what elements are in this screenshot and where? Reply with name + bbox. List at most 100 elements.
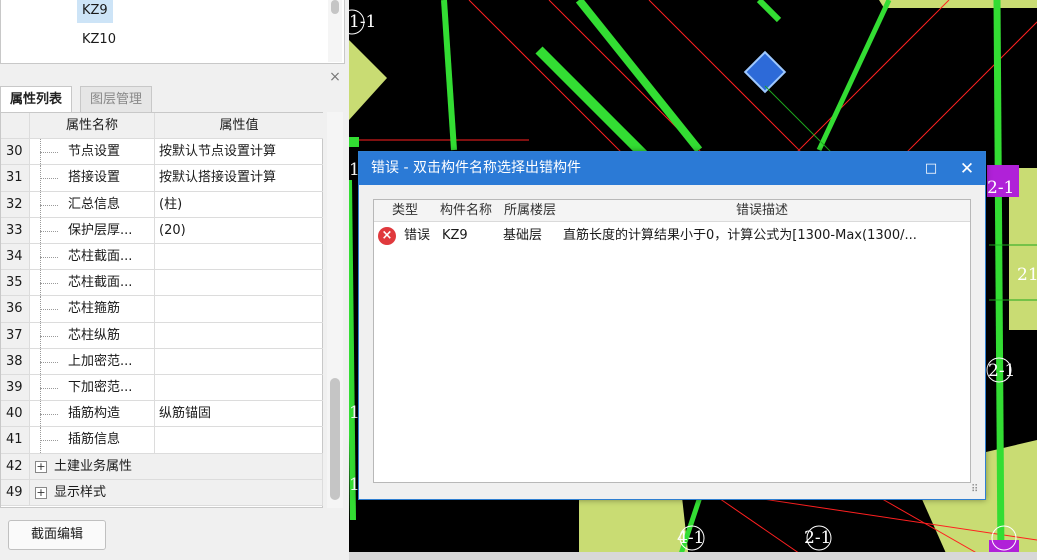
- maximize-icon[interactable]: □: [922, 160, 940, 178]
- section-edit-button[interactable]: 截面编辑: [8, 520, 106, 550]
- expand-icon[interactable]: +: [35, 486, 47, 499]
- property-value[interactable]: 按默认节点设置计算: [155, 139, 323, 164]
- property-value[interactable]: [155, 349, 323, 374]
- row-number: 34: [1, 244, 30, 270]
- row-number: 41: [1, 427, 30, 453]
- property-row[interactable]: 32 汇总信息 (柱): [1, 191, 323, 218]
- error-list-header: 类型 构件名称 所属楼层 错误描述: [374, 200, 970, 222]
- row-number: 49: [1, 479, 30, 505]
- error-icon: ×: [378, 227, 396, 245]
- property-name: 汇总信息: [30, 191, 155, 217]
- property-name-label: 汇总信息: [68, 196, 121, 212]
- tree-connector: [40, 152, 58, 154]
- property-name: 插筋构造: [30, 401, 155, 427]
- tree-connector: [40, 230, 58, 232]
- property-name-label: 搭接设置: [68, 170, 121, 186]
- row-number: 30: [1, 139, 30, 165]
- close-icon[interactable]: ✕: [957, 159, 977, 179]
- property-name: 上加密范...: [30, 348, 155, 374]
- property-row[interactable]: 34 芯柱截面...: [1, 244, 323, 271]
- property-group-label: 显示样式: [54, 484, 107, 500]
- property-name-label: 节点设置: [68, 144, 121, 160]
- property-row[interactable]: 38 上加密范...: [1, 348, 323, 375]
- row-number: 42: [1, 453, 30, 479]
- property-row[interactable]: 41 插筋信息: [1, 427, 323, 454]
- component-list-scroll-thumb[interactable]: [331, 0, 339, 14]
- error-dialog: 错误 - 双击构件名称选择出错构件 □ ✕ 类型 构件名称 所属楼层 错误描述 …: [358, 151, 986, 500]
- tree-connector: [40, 178, 58, 180]
- property-value[interactable]: 按默认搭接设置计算: [155, 165, 323, 190]
- panel-close-icon[interactable]: ×: [326, 68, 344, 86]
- row-number: 36: [1, 296, 30, 322]
- error-component[interactable]: KZ9: [442, 224, 468, 248]
- property-value[interactable]: [155, 375, 323, 400]
- property-grid-scroll-thumb[interactable]: [330, 378, 340, 500]
- property-value[interactable]: [155, 270, 323, 295]
- property-name: 芯柱纵筋: [30, 322, 155, 348]
- tree-connector: [40, 283, 58, 285]
- tree-connector: [40, 335, 58, 337]
- property-row[interactable]: 39 下加密范...: [1, 375, 323, 402]
- property-row[interactable]: 31 搭接设置 按默认搭接设置计算: [1, 165, 323, 192]
- property-value[interactable]: [155, 427, 323, 452]
- error-list: 类型 构件名称 所属楼层 错误描述 × 错误 KZ9 基础层 直筋长度的计算结果…: [373, 199, 971, 483]
- selected-column: [743, 50, 787, 94]
- property-row[interactable]: 40 插筋构造 纵筋锚固: [1, 401, 323, 428]
- error-floor: 基础层: [503, 228, 543, 243]
- error-row[interactable]: × 错误 KZ9 基础层 直筋长度的计算结果小于0，计算公式为[1300-Max…: [374, 224, 970, 248]
- axis-label: 2-1: [987, 178, 1015, 198]
- property-row[interactable]: 33 保护层厚... (20): [1, 217, 323, 244]
- property-group-label: 土建业务属性: [54, 458, 133, 474]
- dialog-title: 错误 - 双击构件名称选择出错构件: [371, 160, 581, 176]
- property-name: 芯柱截面...: [30, 244, 155, 270]
- property-row[interactable]: 37 芯柱纵筋: [1, 322, 323, 349]
- property-value[interactable]: [155, 296, 323, 321]
- column-header-description[interactable]: 错误描述: [736, 200, 788, 222]
- property-row[interactable]: 35 芯柱截面...: [1, 270, 323, 297]
- row-number: 39: [1, 375, 30, 401]
- axis-label: 2-1: [988, 361, 1016, 381]
- property-row[interactable]: 36 芯柱箍筋: [1, 296, 323, 323]
- column-header-component[interactable]: 构件名称: [440, 200, 492, 222]
- component-item-kz10[interactable]: KZ10: [77, 28, 121, 52]
- row-number: 33: [1, 217, 30, 243]
- header-property-value: 属性值: [155, 113, 323, 139]
- tab-property-list[interactable]: 属性列表: [0, 86, 73, 112]
- tree-connector: [40, 204, 58, 206]
- property-row[interactable]: 30 节点设置 按默认节点设置计算: [1, 139, 323, 166]
- error-type: 错误: [404, 228, 431, 243]
- property-name-label: 芯柱纵筋: [68, 327, 121, 343]
- property-value[interactable]: [155, 323, 323, 348]
- property-group-row[interactable]: 42 + 土建业务属性: [1, 453, 323, 480]
- property-value[interactable]: [155, 244, 323, 269]
- resize-grip-icon[interactable]: ⠿: [971, 485, 978, 495]
- tab-layer-management[interactable]: 图层管理: [80, 86, 153, 112]
- property-name-label: 上加密范...: [68, 353, 133, 369]
- dialog-title-bar[interactable]: 错误 - 双击构件名称选择出错构件 □ ✕: [359, 152, 985, 185]
- tree-connector: [40, 257, 58, 258]
- row-number: 37: [1, 322, 30, 348]
- property-name: 插筋信息: [30, 427, 155, 453]
- property-name: 节点设置: [30, 139, 155, 165]
- row-number: 38: [1, 348, 30, 374]
- row-number: 32: [1, 191, 30, 217]
- component-item-kz9[interactable]: KZ9: [77, 0, 113, 23]
- property-name-label: 芯柱截面...: [68, 275, 133, 291]
- row-number: 31: [1, 165, 30, 191]
- property-value[interactable]: 纵筋锚固: [155, 401, 323, 426]
- property-name-label: 保护层厚...: [68, 222, 133, 238]
- column-header-type[interactable]: 类型: [392, 200, 418, 222]
- tree-connector: [40, 361, 58, 363]
- property-name-label: 芯柱箍筋: [68, 301, 121, 317]
- axis-label: 21: [1017, 265, 1037, 285]
- expand-icon[interactable]: +: [35, 460, 47, 473]
- property-name: 芯柱箍筋: [30, 296, 155, 322]
- property-value[interactable]: (20): [155, 218, 323, 243]
- component-list[interactable]: KZ9 KZ10: [0, 0, 345, 64]
- slab-shape: [879, 0, 1037, 8]
- column-header-floor[interactable]: 所属楼层: [504, 200, 556, 222]
- tree-connector: [40, 388, 58, 389]
- property-value[interactable]: (柱): [155, 192, 323, 217]
- axis-label: 2-1: [804, 528, 832, 548]
- property-group-row[interactable]: 49 + 显示样式: [1, 479, 323, 506]
